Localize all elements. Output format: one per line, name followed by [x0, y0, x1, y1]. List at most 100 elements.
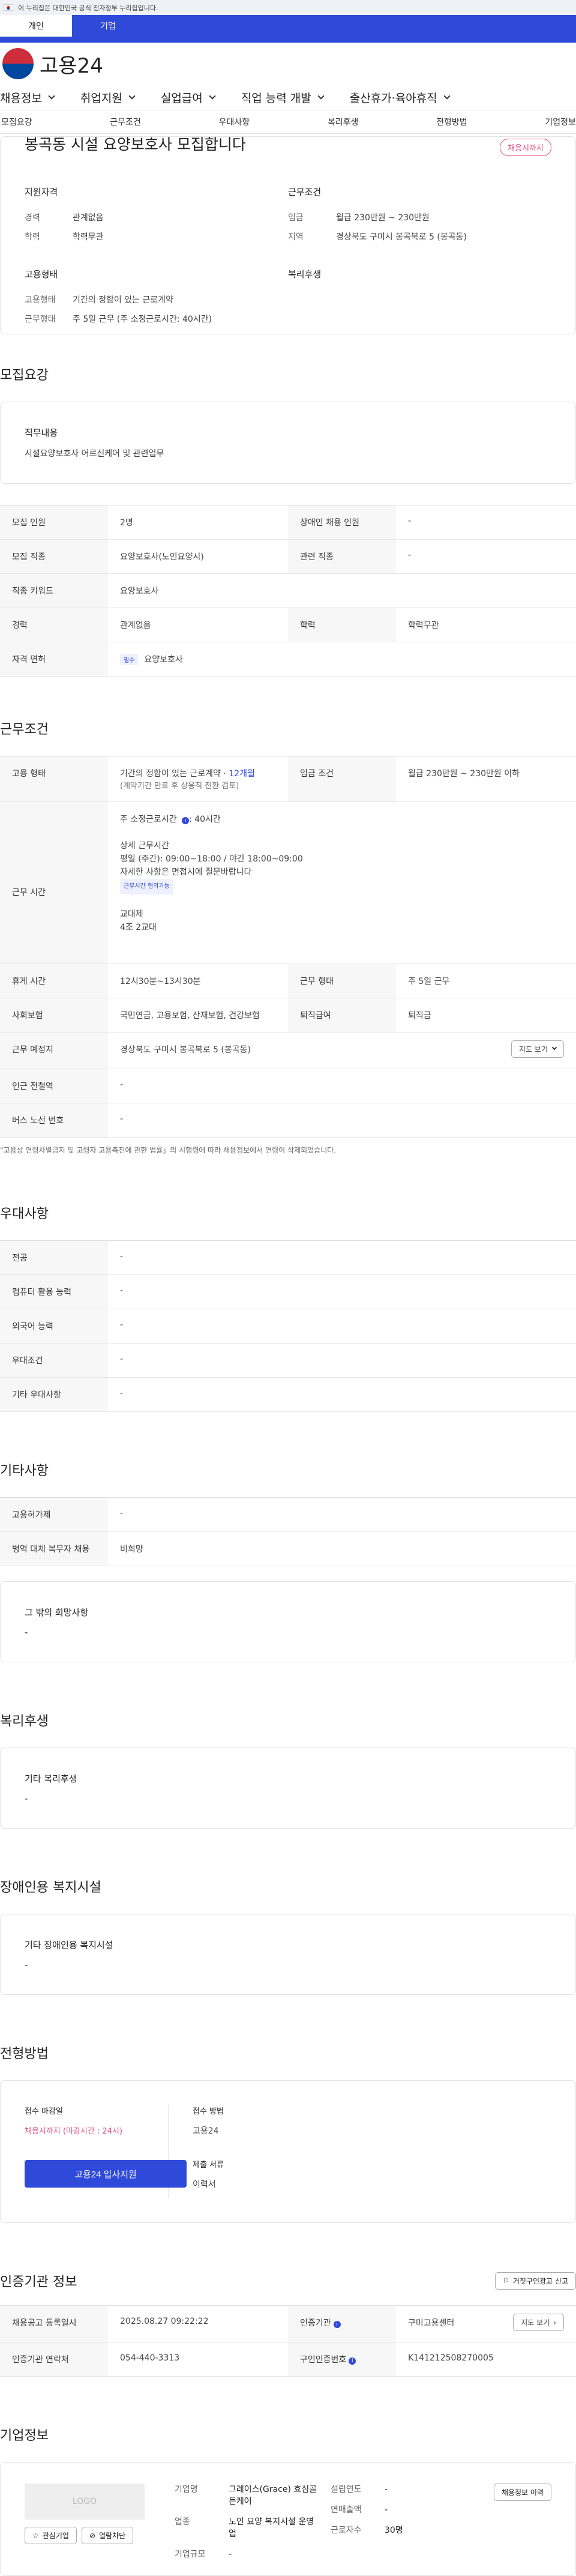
chevron-down-icon — [317, 92, 325, 100]
label: 지역 — [288, 232, 304, 242]
conditions-table: 고용 형태 기간의 정함이 있는 근로계약 · 12개월 (계약기간 만료 후 상용… — [0, 756, 576, 1138]
report-button[interactable]: ⚐ 거짓구인광고 신고 — [495, 2272, 576, 2290]
nav-label: 취업지원 — [80, 91, 122, 105]
section-title-agency: 인증기관 정보 — [0, 2275, 77, 2290]
label: 임금 — [288, 213, 304, 223]
row-value: - — [120, 1389, 124, 1398]
info-icon[interactable]: i — [333, 2321, 341, 2328]
user-tabs: 개인 기업 — [0, 15, 576, 43]
deadline-value: 채용시까지 (마감시간 : 24시) — [25, 2127, 123, 2136]
table-row: 자격 면허 필수 요양보호사 — [0, 642, 576, 677]
row-label: 전공 — [0, 1241, 108, 1274]
nav-label: 실업급여 — [160, 91, 203, 105]
nav-leave[interactable]: 출산휴가·육아휴직 — [350, 89, 458, 106]
table-row: 우대조건 - — [0, 1344, 576, 1378]
row-value: 12시30분~13시30분 — [120, 977, 201, 986]
license-value: 요양보호사 — [144, 655, 183, 665]
row-label: 장애인 채용 인원 — [288, 505, 396, 539]
emp-type: 기간의 정함이 있는 근로계약 · — [120, 769, 229, 779]
section-title-apply: 전형방법 — [0, 2047, 49, 2062]
main-nav: 채용정보 취업지원 실업급여 직업 능력 개발 출산휴가·육아휴직 — [0, 85, 576, 110]
qual-heading: 지원자격 — [25, 187, 58, 198]
hours-note: 자세한 사항은 면접시에 질문바랍니다 — [120, 867, 252, 877]
anchor-welfare[interactable]: 복리후생 — [328, 116, 359, 128]
nav-jobs[interactable]: 채용정보 — [0, 89, 62, 106]
duty-text: 시설요양보호사 어르신케어 및 관련업무 — [25, 449, 164, 459]
table-row: 병역 대체 복무자 채용 비희망 — [0, 1532, 576, 1566]
welfare-heading: 복리후생 — [288, 269, 322, 280]
table-row: 고용 형태 기간의 정함이 있는 근로계약 · 12개월 (계약기간 만료 후 상용… — [0, 756, 576, 802]
row-value: - — [120, 1509, 124, 1518]
row-value: - — [120, 1320, 124, 1330]
tab-personal[interactable]: 개인 — [0, 15, 72, 37]
info-icon[interactable]: i — [182, 817, 190, 824]
section-title-etc: 기타사항 — [0, 1464, 49, 1479]
nav-employment-support[interactable]: 취업지원 — [80, 89, 143, 106]
value: 경상북도 구미시 봉곡북로 5 (봉곡동) — [336, 232, 467, 242]
duty-box: 직무내용 시설요양보호사 어르신케어 및 관련업무 — [0, 402, 576, 484]
table-row: 채용공고 등록일시 2025.08.27 09:22:22 인증기관 i 구미고용센터 지… — [0, 2306, 576, 2342]
prefer-table: 전공 - 컴퓨터 활용 능력 - 외국어 능력 - 우대조건 - 기타 우대사항 - — [0, 1240, 576, 1412]
row-value: - — [120, 1286, 124, 1296]
disabled-box: 기타 장애인용 복지시설 - — [0, 1914, 576, 1995]
industry: 노인 요양 복지시설 운영업 — [229, 2517, 314, 2539]
block-view-button[interactable]: ⊘ 열람차단 — [81, 2527, 134, 2544]
section-anchor-nav: 모집요강 근무조건 우대사항 복리후생 전형방법 기업정보 — [0, 110, 576, 134]
row-value: 관계없음 — [120, 621, 151, 630]
report-icon: ⚐ — [503, 2276, 509, 2285]
anchor-apply[interactable]: 전형방법 — [436, 116, 467, 128]
row-label: 근무 형태 — [288, 964, 396, 998]
label: 업종 — [175, 2517, 190, 2527]
chevron-down-icon — [48, 92, 55, 100]
favorite-company-button[interactable]: ☆ 관심기업 — [25, 2527, 77, 2544]
chevron-down-icon — [443, 92, 451, 100]
row-value: 국민연금, 고용보험, 산재보험, 건강보험 — [120, 1011, 260, 1021]
chevron-down-icon — [128, 92, 136, 100]
tab-company[interactable]: 기업 — [72, 15, 144, 37]
apply-box: 접수 마감일 채용시까지 (마감시간 : 24시) 고용24 입사지원 접수 방… — [0, 2080, 576, 2223]
docs-value: 이력서 — [193, 2180, 216, 2189]
fav-label: 관심기업 — [42, 2532, 69, 2540]
section-title-disabled: 장애인용 복지시설 — [0, 1880, 101, 1895]
form-heading: 고용형태 — [25, 269, 58, 280]
anchor-prefer[interactable]: 우대사항 — [219, 116, 250, 128]
info-icon[interactable]: i — [349, 2357, 356, 2365]
row-value: K141212508270005 — [408, 2353, 494, 2363]
table-row: 전공 - — [0, 1241, 576, 1275]
table-row: 외국어 능력 - — [0, 1309, 576, 1344]
nav-label: 직업 능력 개발 — [241, 91, 311, 105]
required-tag: 필수 — [120, 654, 139, 665]
job-history-button[interactable]: 채용정보 이력 — [493, 2484, 551, 2501]
row-label: 임금 조건 — [288, 756, 396, 801]
gov-banner: 이 누리집은 대한민국 공식 전자정부 누리집입니다. — [0, 0, 576, 15]
cond-heading: 근무조건 — [288, 187, 322, 198]
site-logo[interactable]: 고용24 — [0, 43, 576, 85]
chevron-down-icon — [209, 92, 216, 100]
status-badge: 채용시까지 — [500, 139, 551, 156]
label: 학력 — [25, 232, 40, 242]
anchor-conditions[interactable]: 근무조건 — [110, 116, 141, 128]
row-label: 고용허가제 — [0, 1498, 108, 1531]
etc-box-value: - — [25, 1627, 28, 1638]
table-row: 직종 키워드 요양보호사 — [0, 574, 576, 608]
nav-training[interactable]: 직업 능력 개발 — [241, 89, 332, 106]
row-label: 인근 전철역 — [0, 1069, 108, 1103]
apply-button[interactable]: 고용24 입사지원 — [25, 2160, 187, 2188]
anchor-company[interactable]: 기업정보 — [545, 116, 576, 128]
recruit-table: 모집 인원 2명 장애인 채용 인원 - 모집 직종 요양보호사(노인요양시) 관련 직종… — [0, 505, 576, 677]
label: 근로자수 — [331, 2526, 362, 2535]
row-value: 필수 요양보호사 — [108, 642, 576, 676]
agency-map-button[interactable]: 지도 보기 › — [513, 2314, 564, 2331]
welfare-value: - — [25, 1793, 28, 1804]
row-label: 휴게 시간 — [0, 964, 108, 998]
section-title-recruit: 모집요강 — [0, 368, 49, 383]
anchor-recruit[interactable]: 모집요강 — [1, 116, 32, 128]
row-label: 고용 형태 — [0, 756, 108, 801]
nav-unemployment[interactable]: 실업급여 — [161, 89, 223, 106]
section-title-prefer: 우대사항 — [0, 1207, 49, 1222]
value: 월급 230만원 ~ 230만원 — [336, 213, 430, 223]
map-button[interactable]: 지도 보기 — [511, 1040, 564, 1058]
hours-value: : 40시간 — [189, 815, 221, 824]
block-label: 열람차단 — [99, 2532, 126, 2540]
label: 근무형태 — [25, 315, 56, 324]
